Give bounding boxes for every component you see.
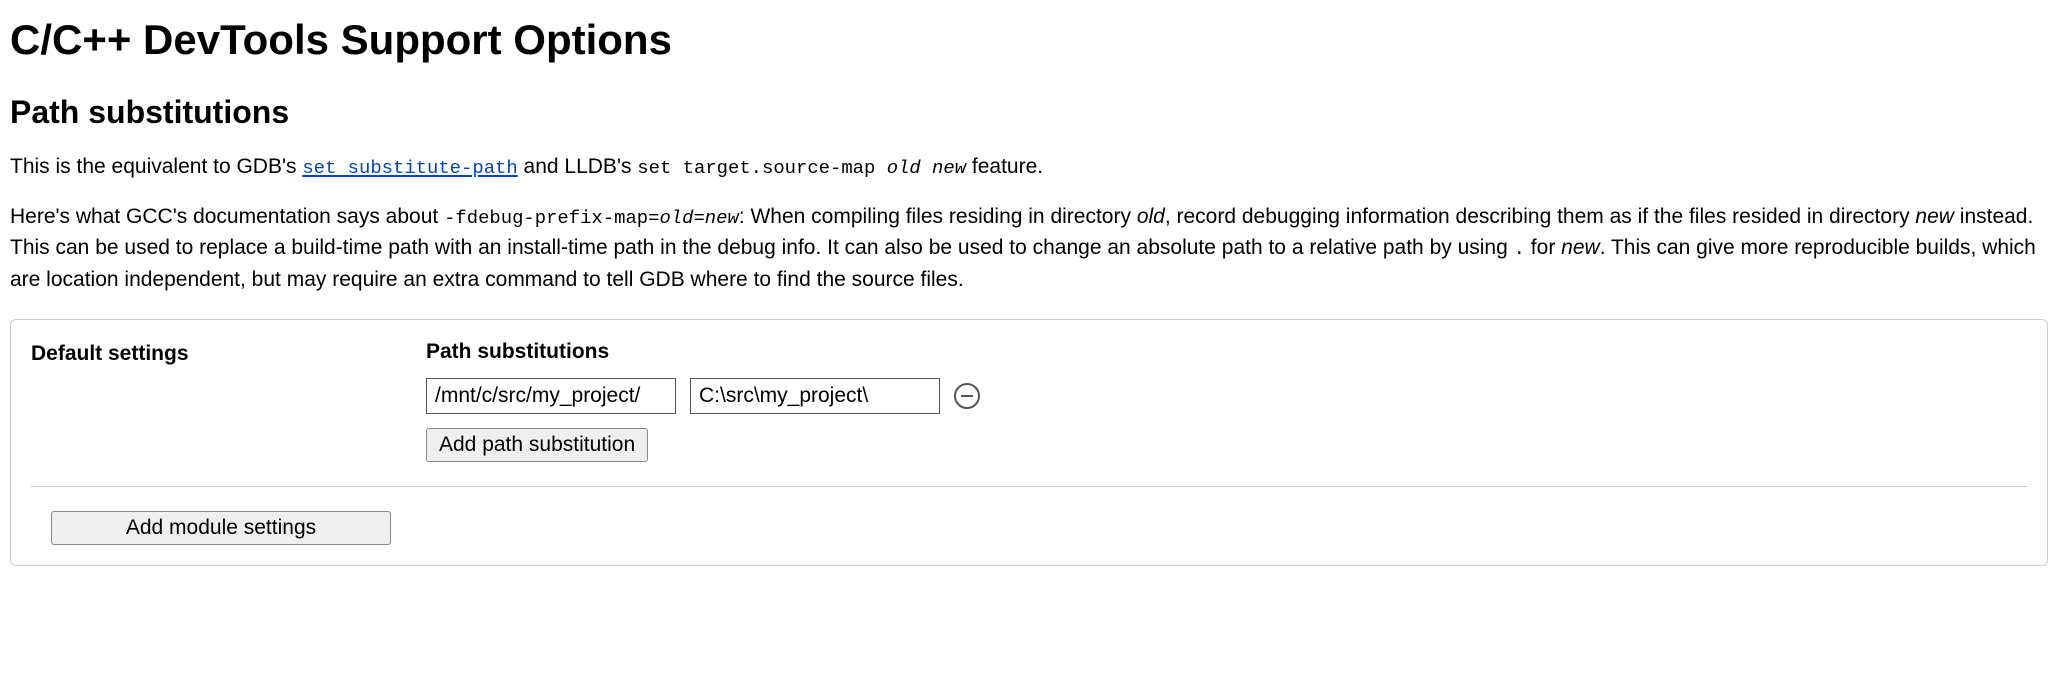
description-gcc: Here's what GCC's documentation says abo… [10, 201, 2048, 296]
page-title: C/C++ DevTools Support Options [10, 16, 2048, 64]
path-to-input[interactable] [690, 378, 940, 414]
path-substitution-row [426, 378, 2027, 414]
settings-panel: Default settings Path substitutions Add … [10, 319, 2048, 566]
set-substitute-path-link[interactable]: set substitute-path [302, 155, 517, 178]
section-heading: Path substitutions [10, 94, 2048, 131]
path-from-input[interactable] [426, 378, 676, 414]
add-module-settings-button[interactable]: Add module settings [51, 511, 391, 545]
add-path-substitution-button[interactable]: Add path substitution [426, 428, 648, 462]
default-settings-label: Default settings [31, 340, 426, 366]
path-substitutions-label: Path substitutions [426, 340, 2027, 364]
remove-icon[interactable] [954, 383, 980, 409]
description-gdb-lldb: This is the equivalent to GDB's set subs… [10, 151, 2048, 183]
divider [31, 486, 2027, 487]
